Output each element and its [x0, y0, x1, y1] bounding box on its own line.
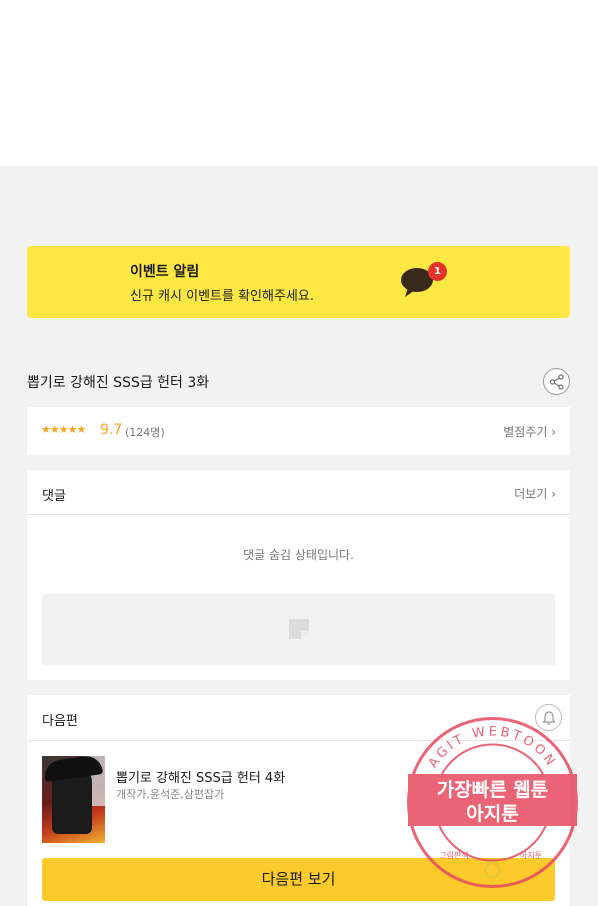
comment-card: 댓글 더보기 › 댓글 숨김 상태입니다.	[27, 470, 570, 680]
episode-title: 뽑기로 강해진 SSS급 헌터 3화	[27, 375, 210, 391]
event-description: 신규 캐시 이벤트를 확인해주세요.	[130, 289, 314, 304]
next-episode-thumbnail[interactable]	[42, 756, 105, 843]
rating-card: ★★★★★ 9.7 (124명) 별점주기 ›	[27, 407, 570, 455]
comment-hidden-message: 댓글 숨김 상태입니다.	[243, 548, 354, 562]
subscribe-bell-button[interactable]	[535, 704, 562, 731]
next-episode-title[interactable]: 뽑기로 강해진 SSS급 헌터 4화	[116, 767, 285, 786]
notification-badge: 1	[428, 262, 447, 281]
next-episode-button[interactable]: 다음편 보기	[42, 858, 555, 901]
next-episode-card: 다음편 뽑기로 강해진 SSS급 헌터 4화 개작가,윤석준,삼편잡가 다음편 …	[27, 695, 570, 906]
event-banner[interactable]: 이벤트 알림 신규 캐시 이벤트를 확인해주세요. 1	[27, 246, 570, 318]
top-blank-area	[0, 0, 598, 166]
next-episode-authors: 개작가,윤석준,삼편잡가	[116, 788, 225, 801]
share-icon	[549, 374, 564, 390]
event-title: 이벤트 알림	[130, 264, 200, 280]
next-episode-header: 다음편	[27, 695, 570, 741]
comment-header: 댓글 더보기 ›	[27, 470, 570, 515]
ad-placeholder	[42, 594, 555, 665]
rating-score: 9.7	[100, 422, 123, 438]
next-episode-label: 다음편	[42, 714, 78, 729]
rate-link[interactable]: 별점주기 ›	[503, 423, 556, 440]
rating-stars: ★★★★★	[41, 423, 86, 436]
comment-more-link[interactable]: 더보기 ›	[514, 485, 556, 502]
share-button[interactable]	[543, 368, 570, 395]
comment-label: 댓글	[42, 489, 66, 504]
bell-icon	[542, 711, 556, 725]
image-placeholder-icon	[289, 619, 309, 639]
rating-voters: (124명)	[125, 426, 165, 439]
